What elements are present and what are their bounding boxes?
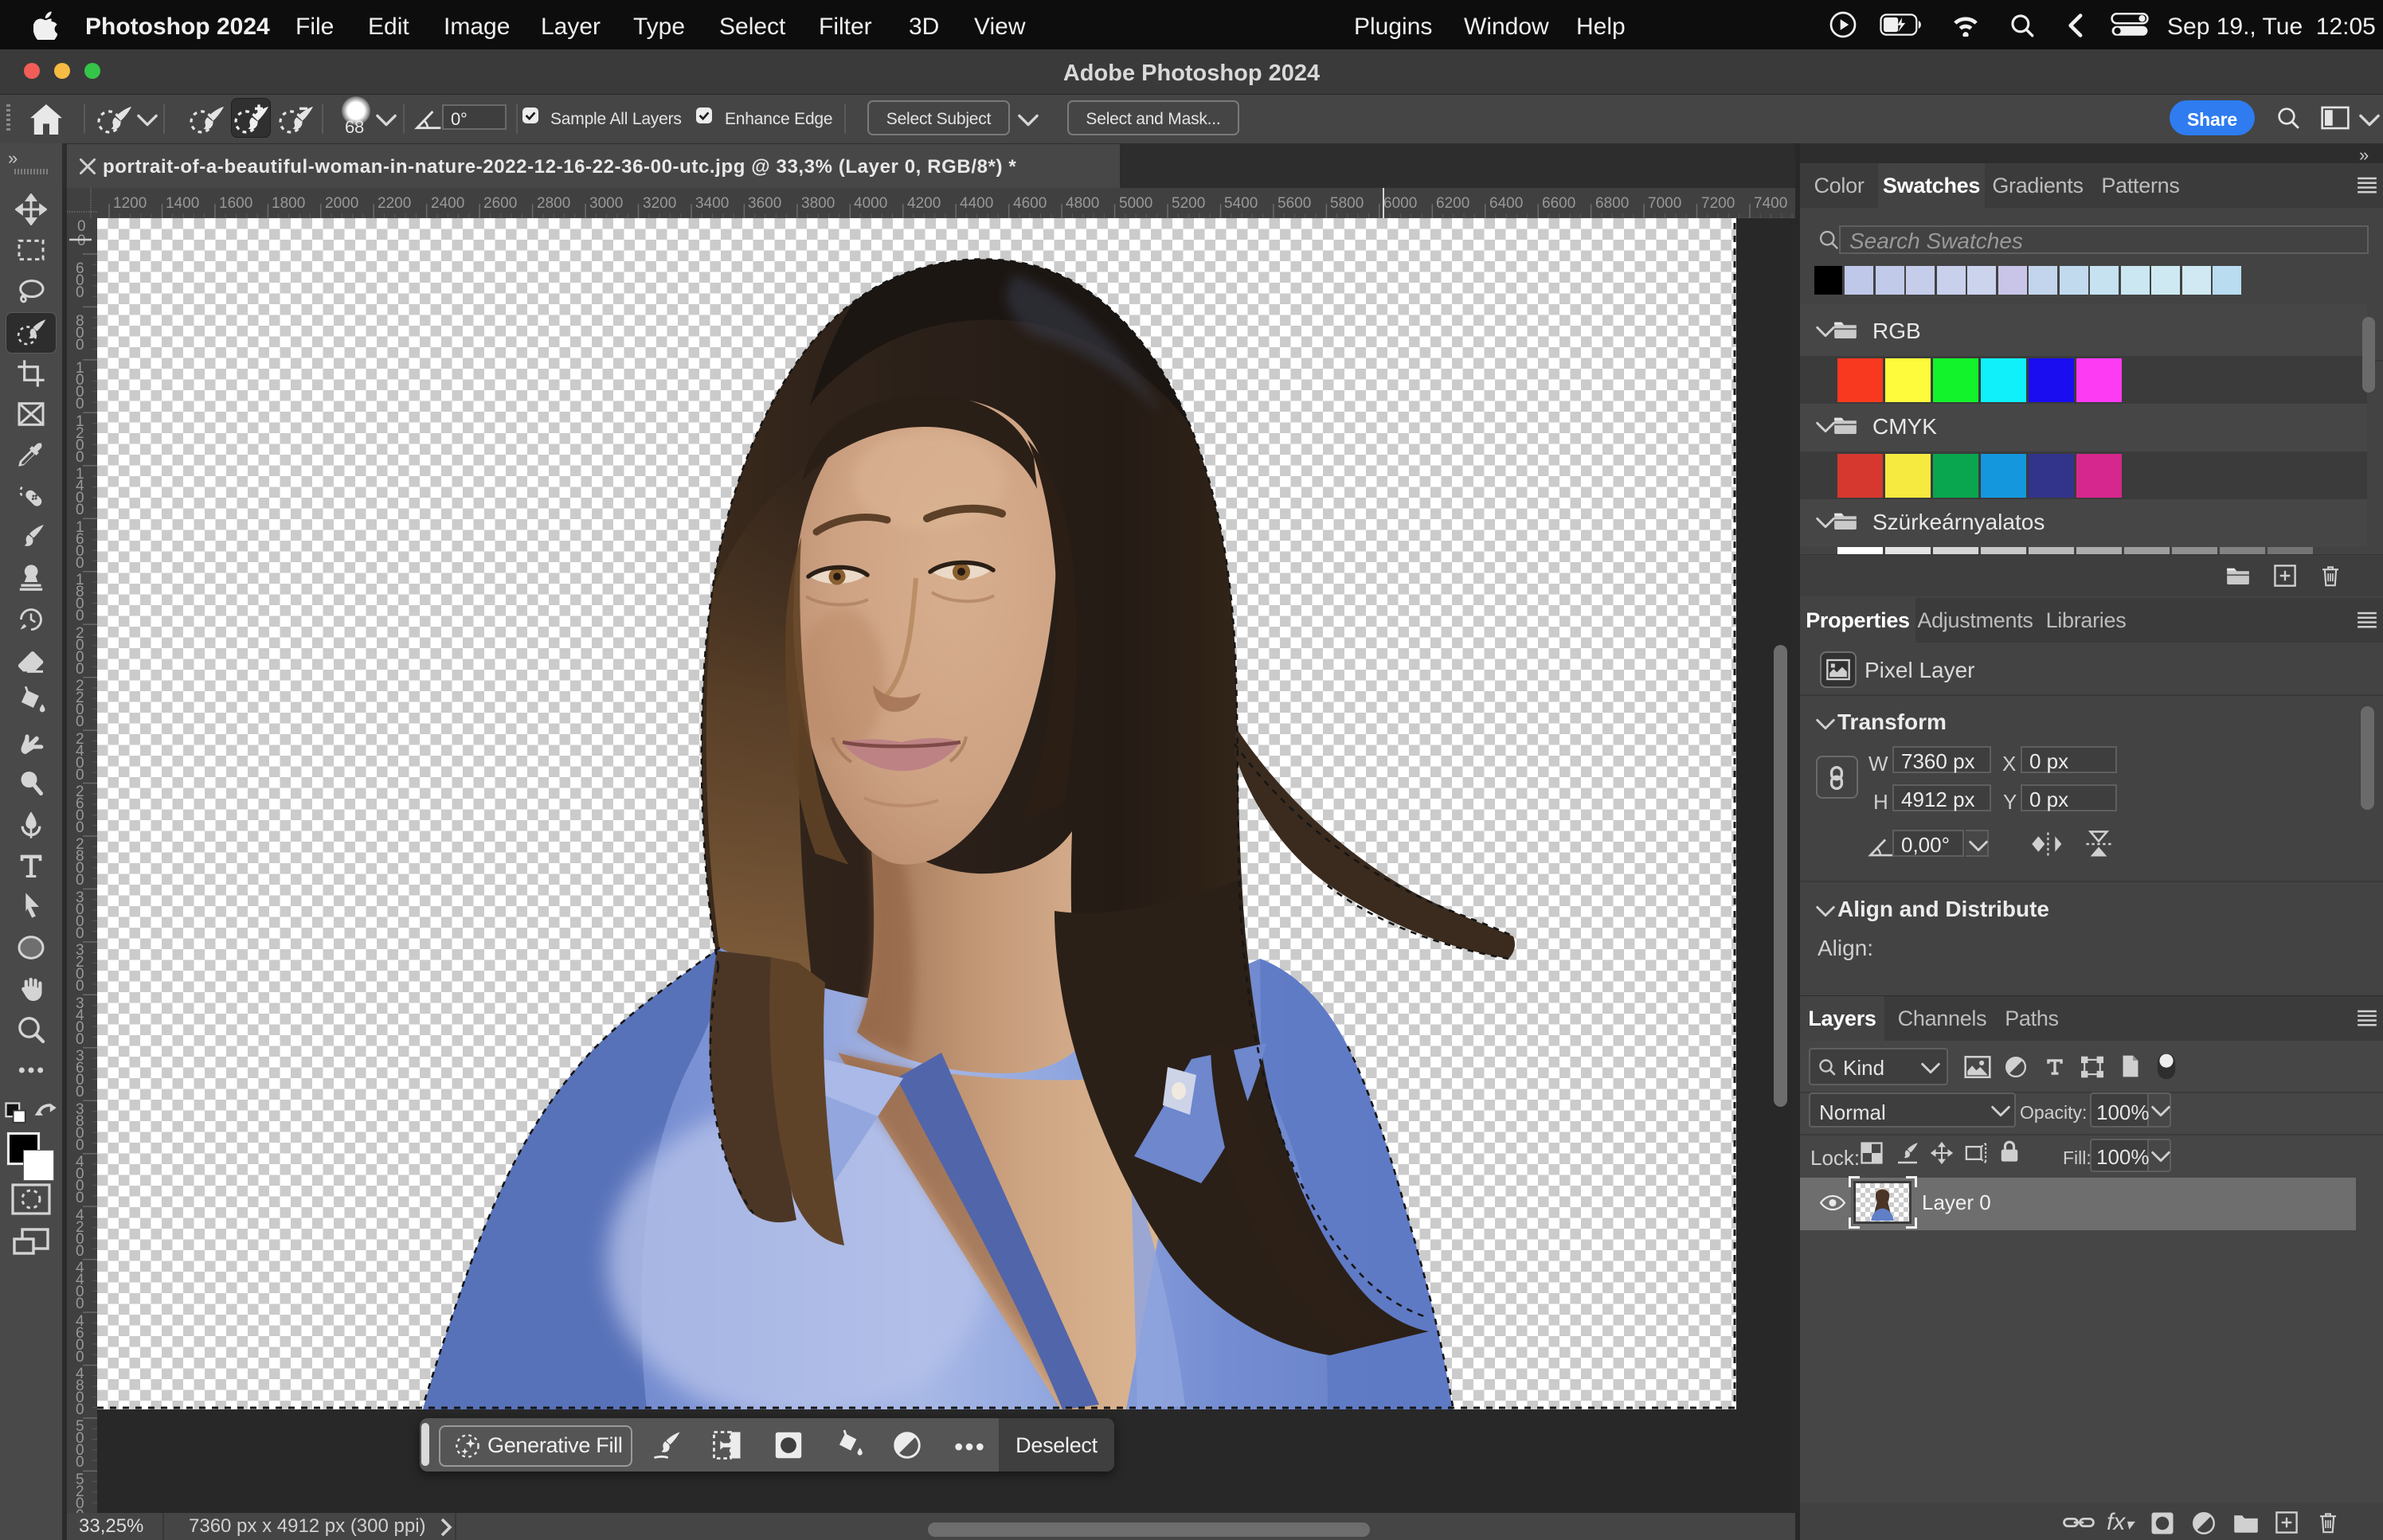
svg-text:3000: 3000: [589, 195, 623, 212]
svg-text:0: 0: [76, 1137, 84, 1154]
svg-text:0: 0: [76, 608, 84, 624]
svg-text:3800: 3800: [801, 195, 835, 212]
svg-text:4000: 4000: [854, 195, 887, 212]
svg-text:4600: 4600: [1013, 195, 1047, 212]
svg-text:0: 0: [76, 1031, 84, 1048]
svg-text:0: 0: [76, 978, 84, 995]
svg-text:6000: 6000: [1383, 195, 1417, 212]
svg-text:3200: 3200: [643, 195, 676, 212]
svg-text:0: 0: [76, 337, 84, 354]
svg-text:0: 0: [76, 1084, 84, 1100]
svg-text:2800: 2800: [537, 195, 570, 212]
svg-text:6600: 6600: [1542, 195, 1575, 212]
svg-text:0: 0: [76, 1190, 84, 1206]
svg-text:5600: 5600: [1278, 195, 1311, 212]
svg-text:1400: 1400: [166, 195, 199, 212]
svg-text:0: 0: [76, 925, 84, 942]
svg-text:0: 0: [76, 502, 84, 518]
svg-text:0: 0: [76, 661, 84, 678]
svg-text:0: 0: [76, 872, 84, 889]
svg-text:2400: 2400: [431, 195, 464, 212]
svg-text:1800: 1800: [272, 195, 305, 212]
svg-text:0: 0: [76, 1296, 84, 1312]
svg-text:0: 0: [76, 713, 84, 730]
svg-text:5200: 5200: [1172, 195, 1205, 212]
svg-text:2000: 2000: [325, 195, 358, 212]
svg-text:7400: 7400: [1754, 195, 1787, 212]
svg-text:3400: 3400: [695, 195, 729, 212]
svg-text:4400: 4400: [960, 195, 993, 212]
svg-text:1600: 1600: [219, 195, 252, 212]
svg-text:7200: 7200: [1701, 195, 1735, 212]
svg-text:6800: 6800: [1595, 195, 1629, 212]
svg-text:5400: 5400: [1224, 195, 1258, 212]
svg-text:0: 0: [76, 555, 84, 572]
svg-text:0: 0: [76, 1349, 84, 1366]
svg-text:0: 0: [76, 284, 84, 301]
svg-text:4800: 4800: [1066, 195, 1099, 212]
svg-text:6400: 6400: [1489, 195, 1523, 212]
svg-text:0: 0: [76, 819, 84, 836]
svg-text:5000: 5000: [1119, 195, 1152, 212]
svg-text:5800: 5800: [1330, 195, 1364, 212]
svg-text:3600: 3600: [748, 195, 781, 212]
svg-text:0: 0: [76, 1507, 84, 1513]
svg-text:0: 0: [77, 233, 86, 249]
svg-text:2200: 2200: [378, 195, 411, 212]
svg-text:4200: 4200: [907, 195, 941, 212]
svg-text:0: 0: [76, 449, 84, 466]
svg-text:0: 0: [76, 767, 84, 784]
svg-text:0: 0: [76, 1401, 84, 1418]
svg-text:2600: 2600: [483, 195, 517, 212]
svg-text:0: 0: [76, 1454, 84, 1471]
svg-text:6200: 6200: [1436, 195, 1469, 212]
svg-text:0: 0: [76, 1243, 84, 1260]
svg-text:1200: 1200: [113, 195, 147, 212]
svg-text:7000: 7000: [1648, 195, 1681, 212]
svg-text:0: 0: [76, 396, 84, 412]
